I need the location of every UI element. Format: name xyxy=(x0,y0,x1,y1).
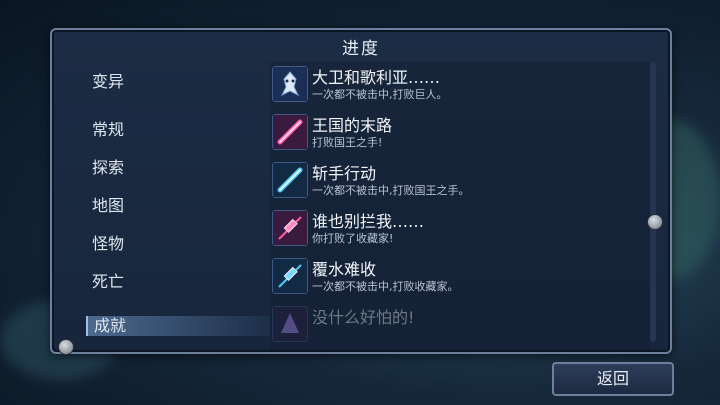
achievement-item[interactable]: 斩手行动 一次都不被击中,打败国王之手。 xyxy=(272,160,642,206)
achievement-desc: 一次都不被击中,打败巨人。 xyxy=(312,88,448,101)
panel-title: 进度 xyxy=(342,39,380,59)
blue-syringe-icon xyxy=(272,258,308,294)
achievement-list[interactable]: 大卫和歌利亚…… 一次都不被击中,打败巨人。 王国的末路 打败国王之手! 斩手行… xyxy=(270,62,650,350)
nav-item-map[interactable]: 地图 xyxy=(92,192,124,216)
achievement-desc: 打败国王之手! xyxy=(312,136,383,149)
achievement-desc: 一次都不被击中,打败收藏家。 xyxy=(312,280,459,293)
giant-icon xyxy=(272,66,308,102)
achievement-item[interactable]: 谁也别拦我…… 你打败了收藏家! xyxy=(272,208,642,254)
blue-sword-icon xyxy=(272,162,308,198)
back-button[interactable]: 返回 xyxy=(552,362,674,396)
nav-item-achievements[interactable]: 成就 xyxy=(86,316,270,336)
nav-item-deaths[interactable]: 死亡 xyxy=(92,268,124,292)
achievement-desc: 一次都不被击中,打败国王之手。 xyxy=(312,184,470,197)
achievement-item[interactable]: 王国的末路 打败国王之手! xyxy=(272,112,642,158)
achievement-title: 没什么好怕的! xyxy=(312,308,415,327)
nav-item-monsters[interactable]: 怪物 xyxy=(92,230,124,254)
achievement-item[interactable]: 大卫和歌利亚…… 一次都不被击中,打败巨人。 xyxy=(272,64,642,110)
pink-syringe-icon xyxy=(272,210,308,246)
achievement-desc: 你打败了收藏家! xyxy=(312,232,394,245)
nav-item-general[interactable]: 常规 xyxy=(92,116,124,140)
achievement-title: 覆水难收 xyxy=(312,260,377,279)
progress-panel: 进度 变异 常规 探索 地图 怪物 死亡 成就 大卫和歌利亚…… 一次都不被击中… xyxy=(50,28,672,354)
pink-sword-icon xyxy=(272,114,308,150)
category-nav: 变异 常规 探索 地图 怪物 死亡 成就 xyxy=(66,62,270,352)
nav-item-exploration[interactable]: 探索 xyxy=(92,154,124,178)
scroll-knob-icon[interactable] xyxy=(647,214,663,230)
left-knob-icon xyxy=(58,339,74,355)
achievement-item[interactable]: 覆水难收 一次都不被击中,打败收藏家。 xyxy=(272,256,642,302)
achievement-title: 大卫和歌利亚…… xyxy=(312,68,441,87)
nav-item-mutations[interactable]: 变异 xyxy=(92,68,124,92)
scrollbar[interactable] xyxy=(650,62,656,342)
purple-icon xyxy=(272,306,308,342)
achievement-title: 王国的末路 xyxy=(312,116,393,135)
achievement-item[interactable]: 没什么好怕的! xyxy=(272,304,642,350)
achievement-title: 斩手行动 xyxy=(312,164,377,183)
achievement-title: 谁也别拦我…… xyxy=(312,212,425,231)
